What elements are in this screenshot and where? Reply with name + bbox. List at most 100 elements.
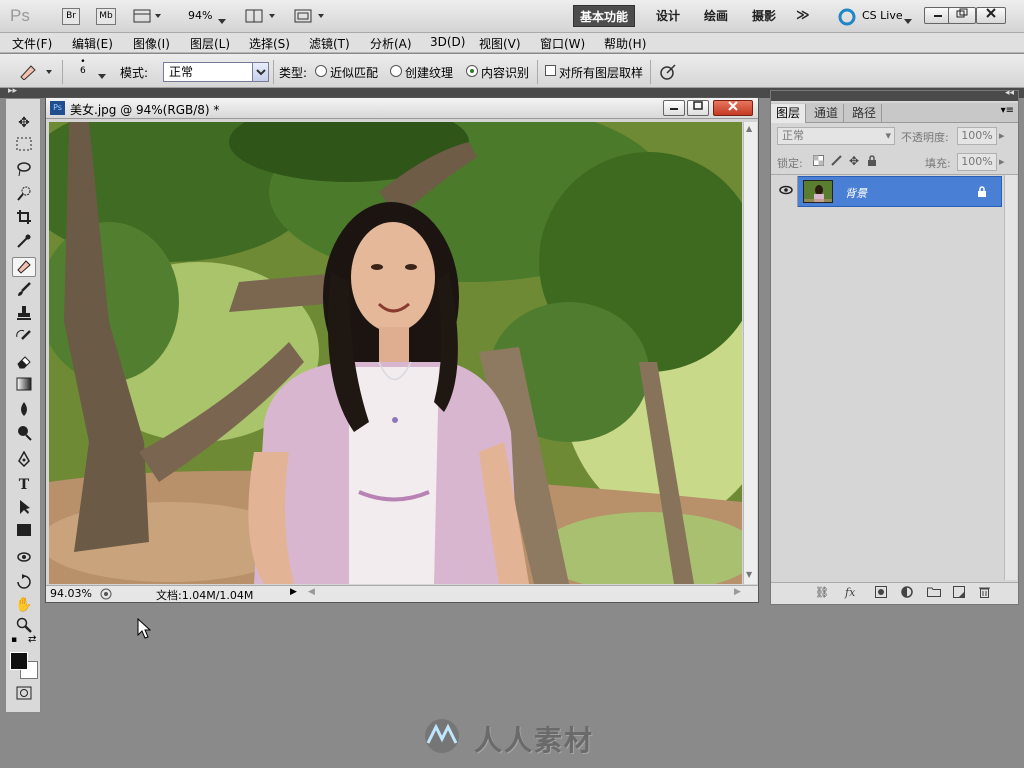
tab-channels[interactable]: 通道 [809,104,845,123]
marquee-tool-icon[interactable] [12,137,36,157]
new-layer-icon[interactable] [953,586,965,601]
tab-paths[interactable]: 路径 [847,104,883,123]
brush-picker[interactable]: • 6 [80,58,86,76]
brush-dropdown-icon[interactable] [98,68,106,82]
lock-pixels-icon[interactable] [831,155,842,169]
close-app-button[interactable] [976,7,1006,24]
layer-name[interactable]: 背景 [845,185,867,201]
document-title-bar[interactable]: Ps 美女.jpg @ 94%(RGB/8) * [46,98,758,119]
move-tool-icon[interactable]: ✥ [12,113,36,133]
3d-orbit-tool-icon[interactable] [12,573,36,593]
3d-rotate-tool-icon[interactable] [12,549,36,569]
menu-3d[interactable]: 3D(D) [430,35,465,49]
layer-row-background[interactable]: 背景 [774,176,1002,207]
lasso-tool-icon[interactable] [12,161,36,181]
new-group-icon[interactable] [927,586,941,600]
panel-menu-icon[interactable]: ▾≡ [1001,105,1014,116]
opacity-field[interactable]: 100% [957,127,997,145]
eyedropper-tool-icon[interactable] [12,233,36,253]
menu-window[interactable]: 窗口(W) [540,35,585,52]
doc-minimize-button[interactable] [663,100,685,116]
blend-mode-select[interactable]: 正常 ▾ [777,127,895,145]
proximity-match-label[interactable]: 近似匹配 [330,64,378,81]
collapse-toolbox-icon[interactable]: ▸▸ [8,86,17,96]
eraser-tool-icon[interactable] [12,353,36,373]
proximity-match-radio[interactable] [315,65,327,77]
menu-select[interactable]: 选择(S) [249,35,290,52]
collapse-panel-icon[interactable]: ◂◂ [1005,88,1014,98]
workspace-design[interactable]: 设计 [650,5,686,27]
more-workspaces-button[interactable]: ≫ [790,5,816,27]
chevron-down-icon[interactable]: ▾ [885,128,891,144]
mini-bridge-button[interactable]: Mb [96,8,116,25]
zoom-dropdown-icon[interactable] [218,13,226,27]
mode-select[interactable]: 正常 [163,62,269,82]
menu-view[interactable]: 视图(V) [479,35,521,52]
menu-layer[interactable]: 图层(L) [190,35,230,52]
rectangle-tool-icon[interactable] [12,523,36,543]
pressure-size-icon[interactable] [658,62,678,85]
add-mask-icon[interactable] [875,586,887,601]
default-colors-icon[interactable]: ▪ [11,635,17,645]
vertical-scrollbar[interactable]: ▲ ▼ [743,122,757,584]
visibility-toggle[interactable] [774,176,798,207]
quick-mask-icon[interactable] [12,686,36,706]
zoom-status[interactable]: 94.03% [50,587,92,600]
content-aware-radio[interactable] [466,65,478,77]
swap-colors-icon[interactable]: ⇄ [28,634,36,645]
workspace-essentials[interactable]: 基本功能 [573,5,636,27]
restore-button[interactable] [948,7,976,24]
cs-live-label[interactable]: CS Live [862,9,903,22]
menu-analysis[interactable]: 分析(A) [370,35,412,52]
blur-tool-icon[interactable] [12,401,36,421]
history-brush-tool-icon[interactable] [12,329,36,349]
menu-edit[interactable]: 编辑(E) [72,35,113,52]
scroll-up-arrow-icon[interactable]: ▲ [746,124,752,133]
workspace-photography[interactable]: 摄影 [746,5,782,27]
pen-tool-icon[interactable] [12,450,36,471]
cs-live-dropdown-icon[interactable] [904,13,912,27]
screen-mode-icon[interactable] [294,9,326,26]
spot-healing-brush-tool-preset-icon[interactable] [18,62,54,83]
clone-stamp-tool-icon[interactable] [12,305,36,325]
layer-style-fx-icon[interactable]: fx [845,586,855,599]
quick-selection-tool-icon[interactable] [12,185,36,205]
dodge-tool-icon[interactable] [12,425,36,445]
sample-all-layers-checkbox[interactable] [545,65,556,76]
fill-field[interactable]: 100% [957,153,997,171]
cs-live-icon[interactable] [838,8,856,29]
image-canvas[interactable] [49,122,742,584]
content-aware-label[interactable]: 内容识别 [481,64,529,81]
path-selection-tool-icon[interactable] [12,499,36,519]
spot-healing-brush-tool-icon[interactable] [12,257,36,277]
arrange-documents-icon[interactable] [245,9,277,26]
lock-transparent-icon[interactable] [813,155,824,169]
doc-close-button[interactable] [713,100,753,116]
workspace-painting[interactable]: 绘画 [698,5,734,27]
menu-help[interactable]: 帮助(H) [604,35,646,52]
doc-maximize-button[interactable] [687,100,709,116]
crop-tool-icon[interactable] [12,209,36,229]
chevron-down-icon[interactable] [252,63,268,81]
tab-layers[interactable]: 图层 [771,104,807,123]
link-layers-icon[interactable]: ⛓ [815,586,829,599]
layers-scrollbar[interactable] [1004,175,1017,580]
create-texture-label[interactable]: 创建纹理 [405,64,453,81]
menu-image[interactable]: 图像(I) [133,35,170,52]
hscroll-left-arrow-icon[interactable]: ◀ [308,587,315,597]
lock-position-icon[interactable]: ✥ [849,154,859,168]
menu-filter[interactable]: 滤镜(T) [309,35,350,52]
type-tool-icon[interactable]: T [12,475,36,495]
brush-tool-icon[interactable] [12,281,36,301]
lock-all-icon[interactable] [867,155,877,169]
sample-all-layers-label[interactable]: 对所有图层取样 [559,64,643,81]
status-menu-arrow-icon[interactable]: ▶ [290,587,297,597]
hscroll-right-arrow-icon[interactable]: ▶ [734,587,741,597]
bridge-button[interactable]: Br [62,8,80,25]
foreground-color-swatch[interactable] [10,652,28,670]
hand-tool-icon[interactable]: ✋ [12,595,36,615]
create-texture-radio[interactable] [390,65,402,77]
menu-file[interactable]: 文件(F) [12,35,52,52]
zoom-level[interactable]: 94% [188,9,212,22]
fill-slider-arrow-icon[interactable]: ▸ [999,155,1005,168]
